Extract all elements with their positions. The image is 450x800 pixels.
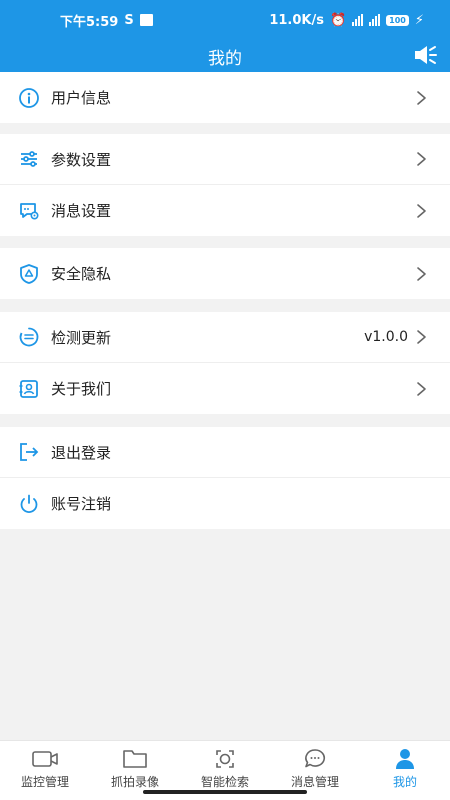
- notification-icon: [139, 14, 153, 26]
- chevron-right-icon: [417, 90, 426, 105]
- status-time: 下午5:59: [60, 14, 119, 30]
- chevron-right-icon: [417, 152, 426, 166]
- logout-icon: [18, 441, 40, 463]
- about-icon: [18, 378, 40, 400]
- signal-icon: [352, 14, 364, 26]
- menu-group: 安全隐私: [0, 248, 450, 299]
- network-speed: 11.0K/s: [269, 12, 324, 28]
- tab-label: 智能检索: [200, 775, 249, 789]
- menu-item-about[interactable]: 关于我们: [0, 363, 450, 414]
- menu-item-label: 账号注销: [51, 495, 112, 513]
- camera-icon: [30, 748, 60, 770]
- menu-item-user-info[interactable]: 用户信息: [0, 72, 450, 123]
- menu-item-shield[interactable]: 安全隐私: [0, 248, 450, 299]
- status-bar: 下午5:59 S 11.0K/s ⏰ 100 ⚡: [0, 0, 450, 40]
- battery-icon: 100: [386, 14, 409, 26]
- menu-item-logout[interactable]: 退出登录: [0, 427, 450, 478]
- menu-group: 用户信息: [0, 72, 450, 123]
- home-indicator[interactable]: [143, 790, 307, 794]
- menu-item-sliders[interactable]: 参数设置: [0, 134, 450, 185]
- tab-label: 监控管理: [20, 775, 69, 789]
- person-icon: [390, 748, 420, 770]
- menu-item-message-settings[interactable]: 消息设置: [0, 185, 450, 236]
- menu-item-label: 参数设置: [51, 150, 112, 169]
- tab-label: 我的: [392, 775, 417, 789]
- app-header: 下午5:59 S 11.0K/s ⏰ 100 ⚡ 我的: [0, 0, 450, 72]
- sync-icon: S: [124, 12, 134, 28]
- menu-group: 退出登录 账号注销: [0, 427, 450, 529]
- menu-group: 检测更新 v1.0.0 关于我们: [0, 312, 450, 414]
- page-title: 我的: [208, 48, 242, 69]
- face-scan-icon: [210, 748, 240, 770]
- menu-item-label: 安全隐私: [51, 265, 112, 283]
- update-icon: [18, 326, 40, 348]
- tab-camera[interactable]: 监控管理: [0, 741, 90, 800]
- charging-icon: ⚡: [414, 12, 424, 28]
- menu-item-label: 退出登录: [51, 443, 112, 462]
- message-settings-icon: [18, 200, 40, 222]
- shield-icon: [18, 263, 40, 285]
- tab-label: 消息管理: [290, 775, 339, 789]
- user-info-icon: [18, 87, 40, 109]
- menu-item-update[interactable]: 检测更新 v1.0.0: [0, 312, 450, 363]
- menu-group: 参数设置 消息设置: [0, 134, 450, 236]
- tab-person[interactable]: 我的: [360, 741, 450, 800]
- menu-item-label: 检测更新: [51, 328, 112, 347]
- chat-icon: [300, 748, 330, 770]
- signal-icon-2: [369, 14, 381, 26]
- folder-icon: [120, 748, 150, 770]
- menu-item-power[interactable]: 账号注销: [0, 478, 450, 529]
- chevron-right-icon: [417, 381, 426, 396]
- version-value: v1.0.0: [364, 329, 408, 345]
- menu-item-label: 关于我们: [51, 380, 112, 398]
- chevron-right-icon: [417, 203, 426, 218]
- sliders-icon: [18, 148, 40, 170]
- chevron-right-icon: [417, 266, 426, 281]
- speaker-icon[interactable]: [412, 42, 438, 68]
- menu-item-label: 用户信息: [51, 89, 112, 107]
- menu-item-label: 消息设置: [51, 202, 112, 220]
- chevron-right-icon: [417, 330, 426, 344]
- tab-label: 抓拍录像: [110, 775, 159, 789]
- power-icon: [18, 493, 40, 515]
- alarm-icon: ⏰: [329, 12, 347, 28]
